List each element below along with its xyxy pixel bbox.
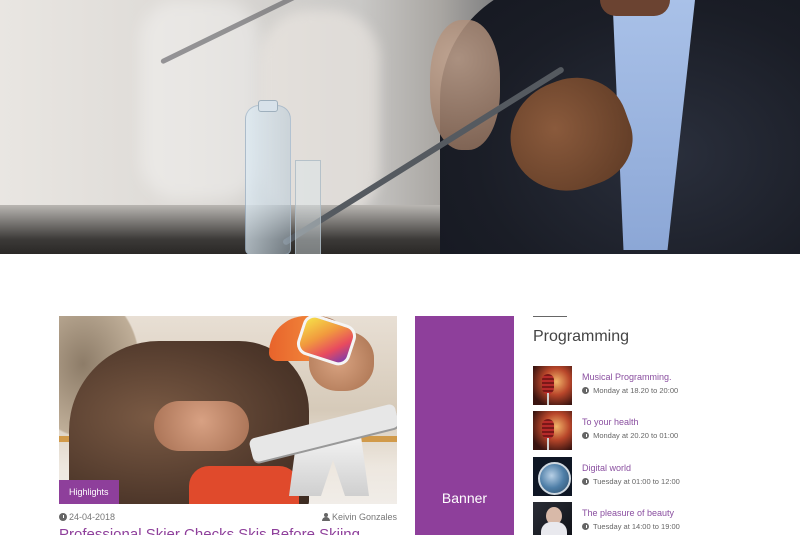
program-time: Tuesday at 01:00 to 12:00: [582, 477, 680, 486]
program-title[interactable]: To your health: [582, 417, 639, 427]
article-meta: 24-04-2018 Keivin Gonzales: [59, 512, 397, 524]
program-time-text: Tuesday at 01:00 to 12:00: [592, 477, 680, 486]
portrait-thumbnail[interactable]: [533, 502, 572, 535]
program-time-text: Tuesday at 14:00 to 19:00: [592, 522, 680, 531]
program-item[interactable]: The pleasure of beauty Tuesday at 14:00 …: [533, 502, 773, 535]
clock-icon: [582, 523, 589, 530]
globe-thumbnail[interactable]: [533, 457, 572, 496]
clock-icon: [582, 387, 589, 394]
program-title[interactable]: The pleasure of beauty: [582, 508, 674, 518]
article-author-text[interactable]: Keivin Gonzales: [332, 512, 397, 522]
clock-icon: [59, 513, 67, 521]
article-title[interactable]: Professional Skier Checks Skis Before Sk…: [59, 526, 397, 535]
article-author[interactable]: Keivin Gonzales: [321, 512, 397, 522]
program-item[interactable]: To your health Monday at 20.20 to 01:00: [533, 411, 773, 451]
program-time-text: Monday at 18.20 to 20:00: [593, 386, 679, 395]
program-item[interactable]: Digital world Tuesday at 01:00 to 12:00: [533, 457, 773, 497]
program-time: Monday at 18.20 to 20:00: [582, 386, 678, 395]
section-divider: [533, 316, 567, 317]
clock-icon: [582, 432, 589, 439]
hero-image: [0, 0, 800, 254]
article-date: 24-04-2018: [59, 512, 115, 522]
program-title[interactable]: Digital world: [582, 463, 631, 473]
programming-title: Programming: [533, 328, 630, 345]
clock-icon: [582, 478, 589, 485]
program-title[interactable]: Musical Programming.: [582, 372, 672, 382]
program-time: Monday at 20.20 to 01:00: [582, 431, 678, 440]
microphone-thumbnail[interactable]: [533, 411, 572, 450]
user-icon: [321, 513, 330, 521]
program-item[interactable]: Musical Programming. Monday at 18.20 to …: [533, 366, 773, 406]
banner-label: Banner: [441, 490, 488, 506]
category-badge[interactable]: Highlights: [59, 480, 119, 504]
article-date-text: 24-04-2018: [69, 512, 116, 522]
program-time-text: Monday at 20.20 to 01:00: [593, 431, 679, 440]
microphone-thumbnail[interactable]: [533, 366, 572, 405]
article-image[interactable]: [59, 316, 397, 504]
programming-widget: Programming Musical Programming. Monday …: [533, 316, 773, 535]
program-time: Tuesday at 14:00 to 19:00: [582, 522, 680, 531]
article-card[interactable]: [59, 316, 397, 504]
banner-ad[interactable]: Banner: [415, 316, 514, 535]
